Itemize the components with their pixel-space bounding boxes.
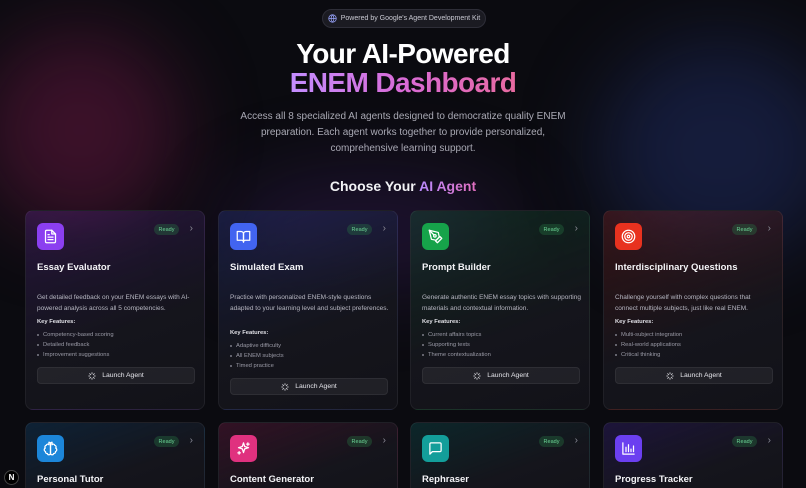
section-title: Choose Your AI Agent [0,178,806,194]
agent-card[interactable]: Ready › Progress Tracker [603,422,783,488]
launch-agent-label: Launch Agent [487,372,529,379]
ready-badge: Ready [732,436,757,447]
sparkles-icon-box [230,435,257,462]
agent-description: Challenge yourself with complex question… [615,294,751,312]
ready-badge: Ready [154,436,179,447]
chevron-right-icon: › [382,223,386,234]
chevron-right-icon: › [574,435,578,446]
powered-by-badge: Powered by Google's Agent Development Ki… [322,9,486,28]
feature-item: Detailed feedback [37,340,114,350]
agent-name: Progress Tracker [615,474,693,485]
agent-card[interactable]: Ready › Personal Tutor [25,422,205,488]
brain-icon-box [37,435,64,462]
feature-item: All ENEM subjects [230,351,284,361]
pen-tool-icon-box [422,223,449,250]
agent-name: Essay Evaluator [37,262,111,273]
powered-by-text: Powered by Google's Agent Development Ki… [340,15,481,22]
feature-item: Multi-subject integration [615,330,682,340]
feature-item: Real-world applications [615,340,682,350]
brain-icon [43,441,58,456]
feature-item: Theme contextualization [422,350,491,360]
feature-item: Supporting texts [422,340,491,350]
document-icon-box [37,223,64,250]
ready-badge: Ready [154,224,179,235]
hero-title-gradient: ENEM Dashboard [289,67,517,98]
ready-badge: Ready [347,224,372,235]
launch-agent-label: Launch Agent [102,372,144,379]
feature-item: Critical thinking [615,350,682,360]
agent-card[interactable]: Ready › Rephraser [410,422,590,488]
bar-chart-icon-box [615,435,642,462]
feature-list: Competency-based scoring Detailed feedbac… [37,330,114,360]
agent-name: Content Generator [230,474,314,485]
sparkle-icon [281,382,289,391]
book-open-icon-box [230,223,257,250]
document-icon [44,229,57,244]
agent-card[interactable]: Ready › Prompt Builder Generate authentic E… [410,210,590,410]
pen-tool-icon [428,229,443,244]
chevron-right-icon: › [767,223,771,234]
launch-agent-label: Launch Agent [295,383,337,390]
feature-list: Multi-subject integration Real-world appl… [615,330,682,360]
agent-description: Get detailed feedback on your ENEM essay… [37,294,190,312]
ready-badge: Ready [539,224,564,235]
agent-name: Interdisciplinary Questions [615,262,738,273]
section-title-accent: AI Agent [419,178,477,194]
launch-agent-button[interactable]: Launch Agent [615,367,773,384]
globe-icon [328,14,337,23]
agent-name: Prompt Builder [422,262,491,273]
feature-item: Current affairs topics [422,330,491,340]
ready-badge: Ready [347,436,372,447]
ready-badge: Ready [539,436,564,447]
feature-item: Timed practice [230,361,284,371]
hero-title-line2: ENEM Dashboard [0,67,806,99]
message-square-icon [429,442,442,455]
section-title-prefix: Choose Your [329,178,416,194]
hero-subtitle: Access all 8 specialized AI agents desig… [240,111,566,154]
agent-description: Practice with personalized ENEM-style qu… [230,294,389,312]
target-icon [621,229,636,244]
feature-item: Improvement suggestions [37,350,114,360]
feature-item: Competency-based scoring [37,330,114,340]
sparkle-icon [666,371,674,380]
chevron-right-icon: › [189,223,193,234]
hero-title-line1: Your AI-Powered [296,38,510,69]
agent-name: Simulated Exam [230,262,304,273]
sparkles-icon [237,442,250,455]
target-icon-box [615,223,642,250]
agent-description: Generate authentic ENEM essay topics wit… [422,294,581,312]
nextjs-indicator-button[interactable]: N [4,470,19,485]
key-features-label: Key Features: [615,319,654,325]
agent-name: Personal Tutor [37,474,104,485]
key-features-label: Key Features: [422,319,461,325]
launch-agent-button[interactable]: Launch Agent [422,367,580,384]
chevron-right-icon: › [767,435,771,446]
agent-card[interactable]: Ready › Content Generator [218,422,398,488]
feature-list: Adaptive difficulty All ENEM subjects Time… [230,341,284,371]
agent-card[interactable]: Ready › Essay Evaluator Get detailed feedba… [25,210,205,410]
bar-chart-icon [622,442,635,455]
key-features-label: Key Features: [37,319,76,325]
chevron-right-icon: › [382,435,386,446]
sparkle-icon [473,371,481,380]
book-open-icon [236,230,251,243]
sparkle-icon [88,371,96,380]
feature-item: Adaptive difficulty [230,341,284,351]
feature-list: Current affairs topics Supporting texts Th… [422,330,491,360]
chevron-right-icon: › [574,223,578,234]
agent-card[interactable]: Ready › Simulated Exam Practice with person… [218,210,398,410]
launch-agent-label: Launch Agent [680,372,722,379]
launch-agent-button[interactable]: Launch Agent [37,367,195,384]
key-features-label: Key Features: [230,330,269,336]
launch-agent-button[interactable]: Launch Agent [230,378,388,395]
ready-badge: Ready [732,224,757,235]
message-square-icon-box [422,435,449,462]
agent-name: Rephraser [422,474,469,485]
chevron-right-icon: › [189,435,193,446]
agent-card[interactable]: Ready › Interdisciplinary Questions Challen… [603,210,783,410]
